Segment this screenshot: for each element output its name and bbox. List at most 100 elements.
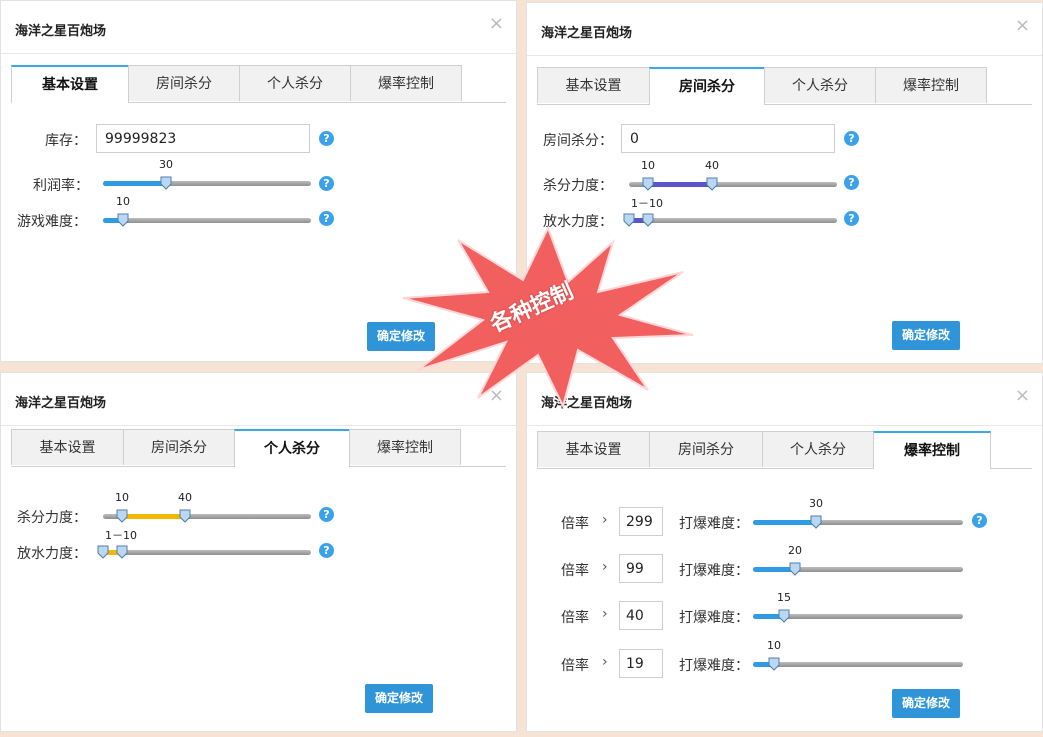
kill-force-label: 杀分力度：: [543, 178, 613, 194]
slider-handle-low[interactable]: [97, 545, 109, 559]
release-slider[interactable]: 1－10: [97, 529, 311, 559]
difficulty-label: 游戏难度：: [17, 214, 87, 230]
close-icon[interactable]: ×: [1015, 387, 1030, 405]
tab-burst-control[interactable]: 爆率控制: [873, 431, 991, 469]
burst-difficulty-slider[interactable]: 15: [753, 591, 963, 623]
stock-label: 库存：: [45, 133, 87, 149]
tab-burst-control[interactable]: 爆率控制: [349, 429, 461, 465]
profit-label: 利润率：: [33, 178, 89, 194]
room-kill-input[interactable]: [621, 124, 835, 153]
titlebar: 海洋之星百炮场 ×: [527, 373, 1042, 426]
chevron-right-icon: ›: [602, 559, 608, 575]
burst-difficulty-slider[interactable]: 10: [753, 639, 963, 671]
chevron-right-icon: ›: [602, 654, 608, 670]
help-icon[interactable]: ?: [319, 211, 334, 226]
difficulty-slider[interactable]: 10: [103, 195, 311, 227]
burst-difficulty-label: 打爆难度：: [679, 658, 749, 674]
slider-handle[interactable]: [160, 176, 172, 190]
tab-room-kill[interactable]: 房间杀分: [649, 67, 765, 105]
tab-basic-settings[interactable]: 基本设置: [537, 67, 650, 103]
slider-track: [103, 218, 311, 223]
rate-label: 倍率: [561, 610, 589, 626]
kill-force-slider[interactable]: 10 40: [103, 491, 311, 523]
tab-basic-settings[interactable]: 基本设置: [11, 65, 129, 103]
tab-room-kill[interactable]: 房间杀分: [128, 65, 240, 101]
slider-handle[interactable]: [117, 213, 129, 227]
rate-input[interactable]: [619, 601, 663, 630]
close-icon[interactable]: ×: [489, 387, 504, 405]
rate-input[interactable]: [619, 554, 663, 583]
help-icon[interactable]: ?: [844, 131, 859, 146]
tab-room-kill[interactable]: 房间杀分: [649, 431, 763, 467]
slider-handle[interactable]: [810, 515, 822, 529]
burst-difficulty-slider[interactable]: 30: [753, 497, 963, 529]
rate-input[interactable]: [619, 649, 663, 678]
confirm-button[interactable]: 确定修改: [892, 321, 961, 350]
release-slider[interactable]: 1－10: [623, 197, 837, 227]
confirm-button[interactable]: 确定修改: [892, 689, 961, 718]
slider-fill: [753, 520, 816, 525]
confirm-button[interactable]: 确定修改: [365, 684, 434, 713]
slider-handle-high[interactable]: [116, 545, 128, 559]
slider-value-high: 40: [178, 491, 192, 504]
kill-force-label: 杀分力度：: [17, 510, 87, 526]
slider-handle-low[interactable]: [116, 509, 128, 523]
slider-value: 10: [116, 195, 130, 208]
help-icon[interactable]: ?: [319, 507, 334, 522]
rate-input[interactable]: [619, 507, 663, 536]
tab-basic-settings[interactable]: 基本设置: [11, 429, 124, 465]
chevron-right-icon: ›: [602, 606, 608, 622]
slider-handle-high[interactable]: [642, 213, 654, 227]
panel-personal-kill: 海洋之星百炮场 × 基本设置 房间杀分 个人杀分 爆率控制 杀分力度： 10 4…: [0, 372, 517, 732]
burst-difficulty-label: 打爆难度：: [679, 516, 749, 532]
close-icon[interactable]: ×: [489, 15, 504, 33]
help-icon[interactable]: ?: [319, 543, 334, 558]
slider-handle[interactable]: [778, 609, 790, 623]
slider-value-low: 10: [641, 159, 655, 172]
slider-fill: [103, 181, 166, 186]
slider-fill: [648, 182, 712, 187]
slider-value: 1－10: [105, 529, 137, 542]
burst-difficulty-slider[interactable]: 20: [753, 544, 963, 576]
slider-handle-high[interactable]: [706, 177, 718, 191]
help-icon[interactable]: ?: [319, 131, 334, 146]
panel-room-kill: 海洋之星百炮场 × 基本设置 房间杀分 个人杀分 爆率控制 房间杀分： ? 杀分…: [526, 2, 1043, 364]
release-label: 放水力度：: [543, 214, 613, 230]
slider-value-low: 10: [115, 491, 129, 504]
help-icon[interactable]: ?: [844, 175, 859, 190]
help-icon[interactable]: ?: [844, 211, 859, 226]
tab-burst-control[interactable]: 爆率控制: [875, 67, 987, 103]
tab-basic-settings[interactable]: 基本设置: [537, 431, 650, 467]
stock-input[interactable]: [96, 124, 310, 153]
slider-track: [103, 550, 311, 555]
slider-value: 20: [788, 544, 802, 557]
kill-force-slider[interactable]: 10 40: [629, 159, 837, 191]
window-title: 海洋之星百炮场: [541, 26, 633, 41]
help-icon[interactable]: ?: [319, 176, 334, 191]
tab-personal-kill[interactable]: 个人杀分: [762, 431, 874, 467]
slider-fill: [122, 514, 185, 519]
confirm-button[interactable]: 确定修改: [367, 322, 436, 351]
help-icon[interactable]: ?: [972, 513, 987, 528]
tab-bar: 基本设置 房间杀分 个人杀分 爆率控制: [11, 429, 506, 467]
tab-burst-control[interactable]: 爆率控制: [350, 65, 462, 101]
slider-handle[interactable]: [789, 562, 801, 576]
slider-handle[interactable]: [768, 657, 780, 671]
slider-handle-low[interactable]: [642, 177, 654, 191]
chevron-right-icon: ›: [602, 512, 608, 528]
slider-handle-low[interactable]: [623, 213, 635, 227]
close-icon[interactable]: ×: [1015, 17, 1030, 35]
slider-handle-high[interactable]: [179, 509, 191, 523]
profit-slider[interactable]: 30: [103, 158, 311, 190]
slider-value: 30: [809, 497, 823, 510]
slider-value: 30: [159, 158, 173, 171]
window-title: 海洋之星百炮场: [15, 24, 107, 39]
tab-personal-kill[interactable]: 个人杀分: [239, 65, 351, 101]
burst-difficulty-label: 打爆难度：: [679, 610, 749, 626]
titlebar: 海洋之星百炮场 ×: [527, 3, 1042, 56]
tab-room-kill[interactable]: 房间杀分: [123, 429, 235, 465]
tab-personal-kill[interactable]: 个人杀分: [234, 429, 350, 467]
tab-personal-kill[interactable]: 个人杀分: [764, 67, 876, 103]
panel-burst-control: 海洋之星百炮场 × 基本设置 房间杀分 个人杀分 爆率控制 倍率 › 打爆难度：…: [526, 372, 1043, 732]
window-title: 海洋之星百炮场: [541, 396, 633, 411]
